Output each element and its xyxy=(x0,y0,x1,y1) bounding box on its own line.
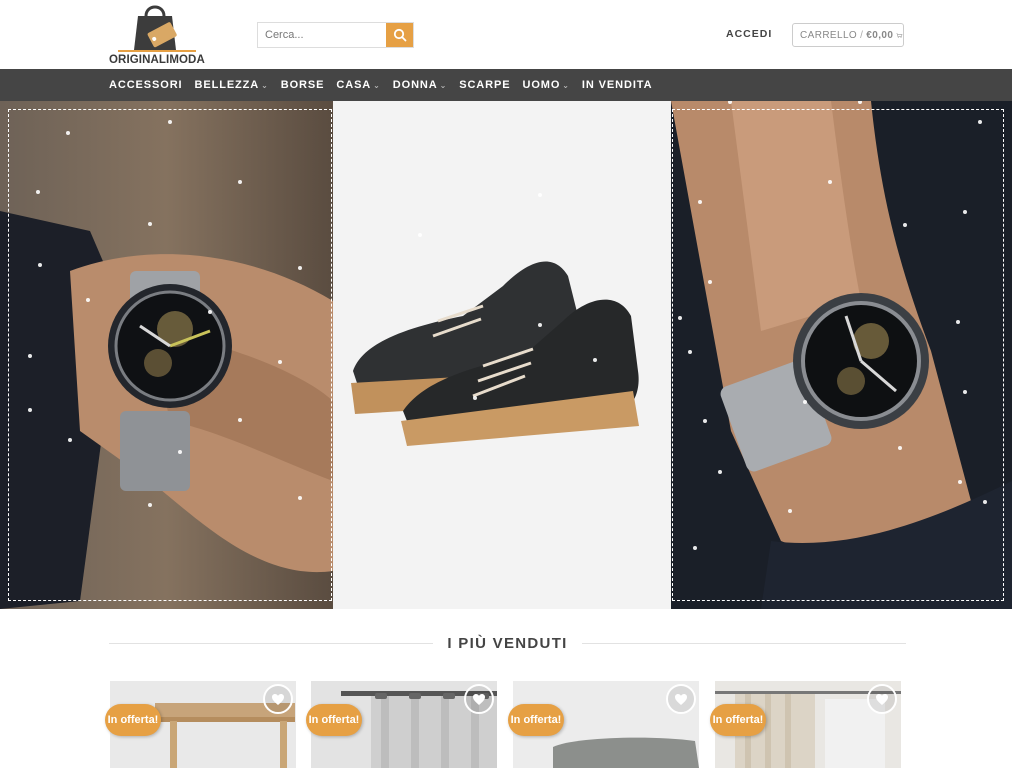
search-box xyxy=(257,22,414,48)
snowflake xyxy=(473,396,477,400)
wishlist-button[interactable] xyxy=(263,684,293,714)
nav-label: BELLEZZA xyxy=(194,79,260,91)
snowflake xyxy=(703,419,707,423)
watch-on-wrist-image xyxy=(0,101,333,609)
snowflake xyxy=(898,446,902,450)
snowflake xyxy=(178,450,182,454)
nav-item-casa[interactable]: CASA ⌄ xyxy=(336,79,380,91)
cart-separator: / xyxy=(860,29,864,41)
snowflake xyxy=(148,222,152,226)
nav-item-donna[interactable]: DONNA ⌄ xyxy=(393,79,447,91)
snowflake xyxy=(678,316,682,320)
snowflake xyxy=(238,418,242,422)
chevron-down-icon: ⌄ xyxy=(439,80,448,90)
snowflake xyxy=(828,180,832,184)
snowflake xyxy=(538,323,542,327)
snowflake xyxy=(718,470,722,474)
main-nav: ACCESSORI BELLEZZA ⌄ BORSE CASA ⌄ DONNA ⌄ S… xyxy=(0,69,1012,101)
snowflake xyxy=(86,298,90,302)
nav-item-borse[interactable]: BORSE xyxy=(281,79,325,91)
chevron-down-icon: ⌄ xyxy=(373,80,381,90)
snowflake xyxy=(958,480,962,484)
nav-label: BORSE xyxy=(280,79,325,91)
wishlist-button[interactable] xyxy=(867,684,897,714)
snowflake xyxy=(903,223,907,227)
snowflake xyxy=(978,120,982,124)
cart-label: CARRELLO xyxy=(800,29,858,41)
snowflake xyxy=(36,190,40,194)
snowflake xyxy=(688,350,692,354)
hero-banner[interactable] xyxy=(0,101,1012,609)
heart-icon xyxy=(272,693,284,705)
search-input[interactable] xyxy=(258,23,386,47)
snowflake xyxy=(66,131,70,135)
snowflake xyxy=(208,310,212,314)
snowflake xyxy=(28,354,32,358)
chevron-down-icon: ⌄ xyxy=(562,80,570,90)
sale-badge: In offerta! xyxy=(306,704,362,736)
cart-button[interactable]: CARRELLO / €0,00 xyxy=(792,23,904,47)
snowflake xyxy=(593,358,597,362)
snowflake xyxy=(28,408,32,412)
heart-icon xyxy=(675,693,687,705)
hero-image-watch-right[interactable] xyxy=(671,101,1012,609)
cart-icon xyxy=(896,32,903,38)
page: ORIGINALIMODA ACCEDI CARRELLO / €0,00 A xyxy=(0,0,1024,768)
snowflake xyxy=(38,263,42,267)
heading-divider-left xyxy=(109,642,434,644)
sale-badge: In offerta! xyxy=(105,704,161,736)
snowflake xyxy=(68,438,72,442)
snowflake xyxy=(803,400,807,404)
nav-item-scarpe[interactable]: SCARPE xyxy=(459,79,510,91)
heading-divider-right xyxy=(581,642,906,644)
nav-label: IN VENDITA xyxy=(581,79,653,91)
sale-badge: In offerta! xyxy=(710,704,766,736)
chevron-down-icon: ⌄ xyxy=(261,80,269,90)
sale-badge: In offerta! xyxy=(508,704,564,736)
wishlist-button[interactable] xyxy=(666,684,696,714)
snowflake xyxy=(418,233,422,237)
watch-on-wrist-image xyxy=(671,101,1012,609)
bestsellers-heading: I PIÙ VENDUTI xyxy=(109,633,906,653)
sneakers-image xyxy=(333,101,671,609)
snowflake xyxy=(298,266,302,270)
heart-icon xyxy=(876,693,888,705)
logo-text[interactable]: ORIGINALIMODA xyxy=(109,54,205,66)
search-icon xyxy=(393,28,406,42)
nav-label: CASA xyxy=(336,79,372,91)
snowflake xyxy=(963,390,967,394)
snowflake xyxy=(698,200,702,204)
nav-item-in-vendita[interactable]: IN VENDITA xyxy=(582,79,653,91)
header: ORIGINALIMODA ACCEDI CARRELLO / €0,00 xyxy=(0,0,1012,69)
nav-label: ACCESSORI xyxy=(109,79,183,91)
hero-image-watch-left[interactable] xyxy=(0,101,333,609)
snowflake xyxy=(238,180,242,184)
snowflake xyxy=(148,503,152,507)
nav-item-bellezza[interactable]: BELLEZZA ⌄ xyxy=(195,79,269,91)
nav-item-uomo[interactable]: UOMO ⌄ xyxy=(522,79,569,91)
search-button[interactable] xyxy=(386,23,413,47)
wishlist-button[interactable] xyxy=(464,684,494,714)
hero-image-sneakers[interactable] xyxy=(333,101,671,609)
snowflake xyxy=(278,360,282,364)
snowflake xyxy=(298,496,302,500)
snowflake xyxy=(963,210,967,214)
snowflake xyxy=(983,500,987,504)
bestsellers-title: I PIÙ VENDUTI xyxy=(447,634,568,652)
nav-label: SCARPE xyxy=(459,79,511,91)
snowflake xyxy=(708,280,712,284)
snowflake xyxy=(788,509,792,513)
login-link[interactable]: ACCEDI xyxy=(726,28,772,40)
snowflake xyxy=(538,193,542,197)
nav-label: UOMO xyxy=(522,79,561,91)
nav-item-accessori[interactable]: ACCESSORI xyxy=(109,79,183,91)
heart-icon xyxy=(473,693,485,705)
snowflake xyxy=(168,120,172,124)
snowflake xyxy=(956,320,960,324)
snowflake xyxy=(693,546,697,550)
cart-amount: €0,00 xyxy=(866,29,894,41)
nav-label: DONNA xyxy=(392,79,438,91)
